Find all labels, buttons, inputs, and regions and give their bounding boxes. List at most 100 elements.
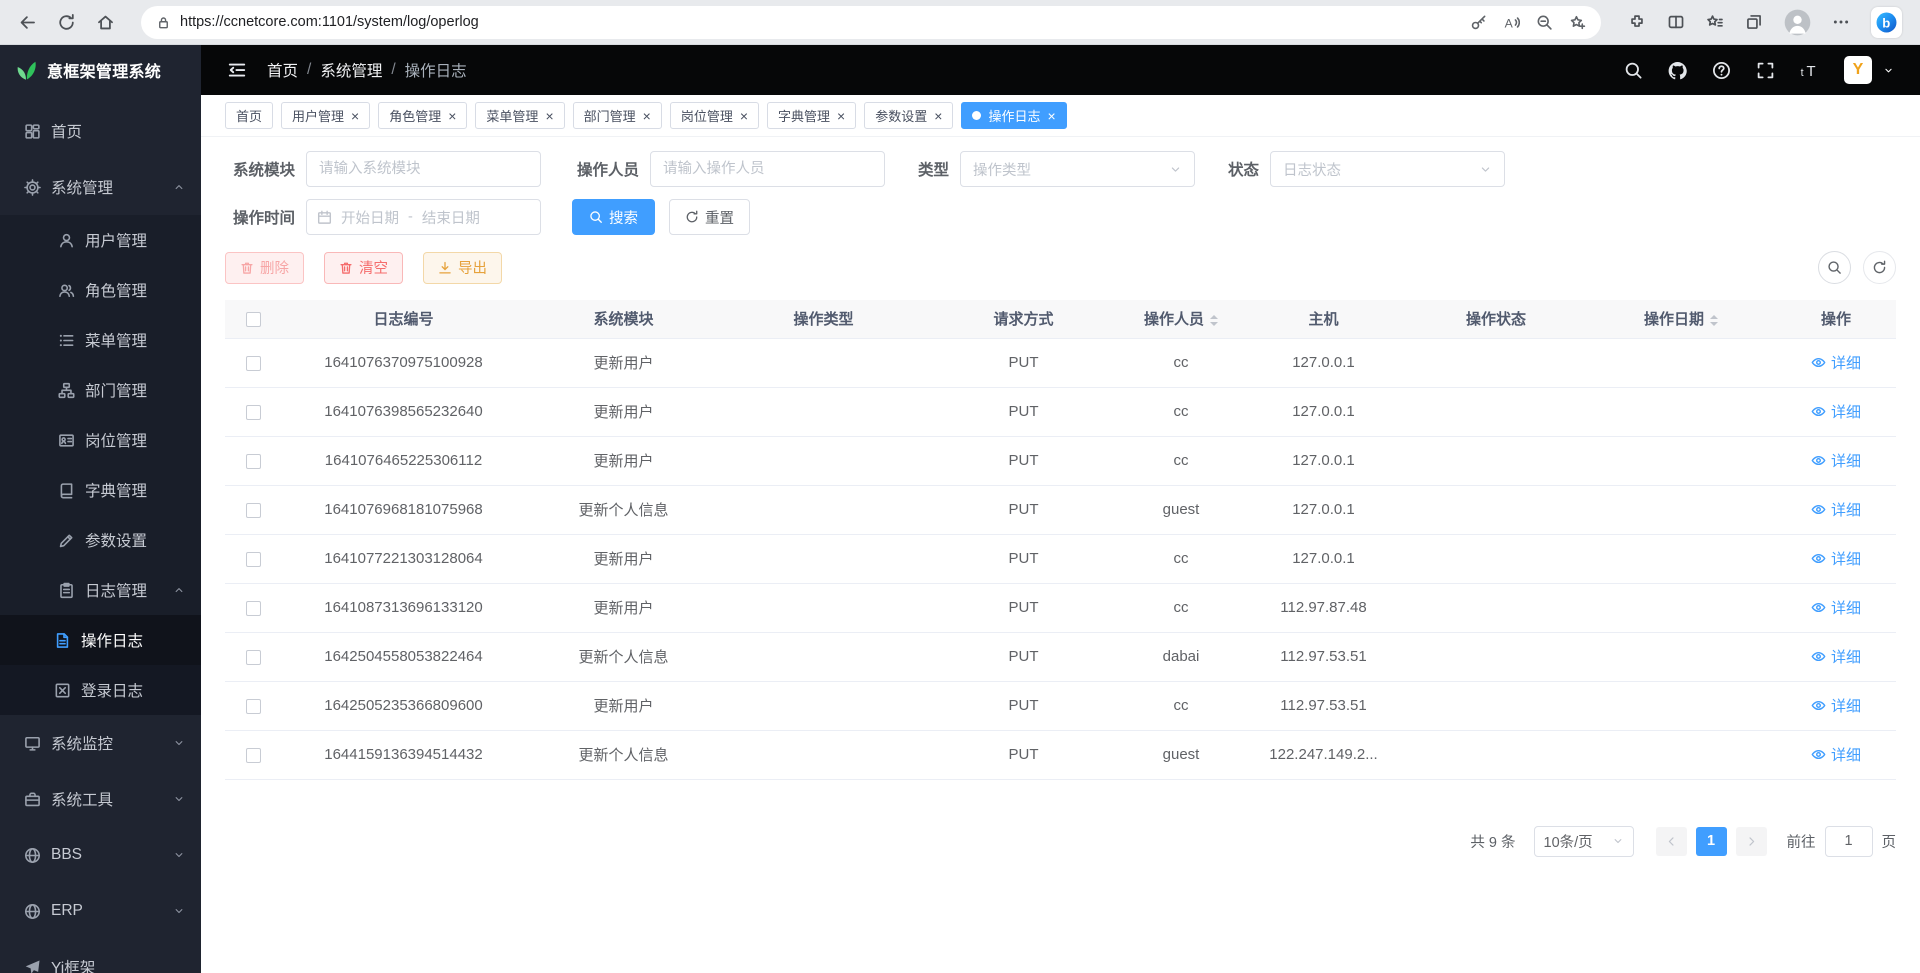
- delete-button[interactable]: 删除: [225, 252, 304, 284]
- sidebar-item-log-management[interactable]: 日志管理: [0, 565, 201, 615]
- status-select[interactable]: 日志状态: [1270, 151, 1505, 187]
- select-all-checkbox[interactable]: [246, 312, 261, 327]
- sidebar-item-dept-management[interactable]: 部门管理: [0, 365, 201, 415]
- row-checkbox[interactable]: [246, 356, 261, 371]
- refresh-button[interactable]: [1863, 251, 1896, 284]
- close-icon[interactable]: ×: [448, 109, 456, 123]
- extensions-icon[interactable]: [1628, 13, 1646, 31]
- search-button[interactable]: 搜索: [572, 199, 655, 235]
- tab-operation-log[interactable]: 操作日志×: [961, 102, 1066, 129]
- close-icon[interactable]: ×: [934, 109, 942, 123]
- row-checkbox[interactable]: [246, 650, 261, 665]
- sidebar-item-user-management[interactable]: 用户管理: [0, 215, 201, 265]
- detail-link[interactable]: 详细: [1811, 450, 1861, 471]
- question-icon[interactable]: [1712, 61, 1731, 80]
- row-checkbox[interactable]: [246, 405, 261, 420]
- sort-icon[interactable]: [1210, 315, 1218, 326]
- tab-dict-management[interactable]: 字典管理×: [767, 102, 856, 129]
- next-page-button[interactable]: [1736, 827, 1767, 856]
- detail-link[interactable]: 详细: [1811, 499, 1861, 520]
- page-size-select[interactable]: 10条/页: [1534, 826, 1634, 857]
- detail-link[interactable]: 详细: [1811, 597, 1861, 618]
- sidebar-item-login-log[interactable]: 登录日志: [0, 665, 201, 715]
- home-icon[interactable]: [96, 13, 115, 32]
- sort-icon[interactable]: [1710, 315, 1718, 326]
- sidebar-item-post-management[interactable]: 岗位管理: [0, 415, 201, 465]
- key-icon[interactable]: [1470, 14, 1487, 31]
- sidebar-item-operation-log[interactable]: 操作日志: [0, 615, 201, 665]
- reload-icon[interactable]: [57, 13, 76, 32]
- tab-param-settings[interactable]: 参数设置×: [864, 102, 953, 129]
- detail-link[interactable]: 详细: [1811, 401, 1861, 422]
- operator-input[interactable]: [650, 151, 885, 187]
- close-icon[interactable]: ×: [740, 109, 748, 123]
- tab-role-management[interactable]: 角色管理×: [378, 102, 467, 129]
- module-input[interactable]: [306, 151, 541, 187]
- sidebar-item-bbs[interactable]: BBS: [0, 827, 201, 883]
- page-number-button[interactable]: 1: [1696, 827, 1727, 856]
- detail-link[interactable]: 详细: [1811, 352, 1861, 373]
- back-icon[interactable]: [18, 13, 37, 32]
- reset-button[interactable]: 重置: [669, 199, 750, 235]
- sidebar-item-dict-management[interactable]: 字典管理: [0, 465, 201, 515]
- breadcrumb-item[interactable]: 首页: [267, 59, 298, 81]
- sidebar-item-home[interactable]: 首页: [0, 103, 201, 159]
- search-icon[interactable]: [1624, 61, 1643, 80]
- bing-icon[interactable]: b: [1871, 7, 1902, 38]
- date-range-picker[interactable]: 开始日期 - 结束日期: [306, 199, 541, 235]
- row-checkbox[interactable]: [246, 552, 261, 567]
- tab-user-management[interactable]: 用户管理×: [281, 102, 370, 129]
- app-logo[interactable]: 意框架管理系统: [0, 45, 201, 95]
- sidebar-item-system-tools[interactable]: 系统工具: [0, 771, 201, 827]
- detail-link[interactable]: 详细: [1811, 695, 1861, 716]
- sidebar-item-param-settings[interactable]: 参数设置: [0, 515, 201, 565]
- favorites-bar-icon[interactable]: [1706, 13, 1724, 31]
- sidebar-item-yi-framework[interactable]: Yi框架: [0, 939, 201, 973]
- collections-icon[interactable]: [1745, 13, 1763, 31]
- sidebar-item-role-management[interactable]: 角色管理: [0, 265, 201, 315]
- read-aloud-icon[interactable]: A: [1503, 14, 1520, 31]
- favorite-add-icon[interactable]: [1569, 14, 1586, 31]
- row-checkbox[interactable]: [246, 454, 261, 469]
- search-toggle-button[interactable]: [1818, 251, 1851, 284]
- close-icon[interactable]: ×: [643, 109, 651, 123]
- row-checkbox[interactable]: [246, 503, 261, 518]
- sidebar-item-menu-management[interactable]: 菜单管理: [0, 315, 201, 365]
- prev-page-button[interactable]: [1656, 827, 1687, 856]
- export-button[interactable]: 导出: [423, 252, 502, 284]
- clear-button[interactable]: 清空: [324, 252, 403, 284]
- split-screen-icon[interactable]: [1667, 13, 1685, 31]
- column-header[interactable]: 操作人员: [1121, 300, 1241, 338]
- more-icon[interactable]: [1832, 13, 1850, 31]
- yi-logo[interactable]: Y: [1844, 56, 1872, 84]
- close-icon[interactable]: ×: [351, 109, 359, 123]
- zoom-out-icon[interactable]: [1536, 14, 1553, 31]
- type-select[interactable]: 操作类型: [960, 151, 1195, 187]
- address-bar[interactable]: https://ccnetcore.com:1101/system/log/op…: [141, 6, 1601, 39]
- row-checkbox[interactable]: [246, 699, 261, 714]
- sidebar-item-system-monitor[interactable]: 系统监控: [0, 715, 201, 771]
- detail-link[interactable]: 详细: [1811, 646, 1861, 667]
- tab-post-management[interactable]: 岗位管理×: [670, 102, 759, 129]
- tab-menu-management[interactable]: 菜单管理×: [475, 102, 564, 129]
- sidebar-item-system-management[interactable]: 系统管理: [0, 159, 201, 215]
- collapse-sidebar-icon[interactable]: [227, 60, 247, 80]
- goto-page-input[interactable]: [1825, 826, 1873, 857]
- row-checkbox[interactable]: [246, 748, 261, 763]
- lock-icon[interactable]: [156, 15, 171, 30]
- close-icon[interactable]: ×: [1047, 109, 1055, 123]
- tab-home[interactable]: 首页: [225, 102, 273, 129]
- breadcrumb-item[interactable]: 系统管理: [320, 59, 382, 81]
- row-checkbox[interactable]: [246, 601, 261, 616]
- caret-down-icon[interactable]: [1883, 65, 1894, 76]
- github-icon[interactable]: [1668, 61, 1687, 80]
- tab-dept-management[interactable]: 部门管理×: [573, 102, 662, 129]
- column-header[interactable]: 操作日期: [1586, 300, 1776, 338]
- close-icon[interactable]: ×: [545, 109, 553, 123]
- close-icon[interactable]: ×: [837, 109, 845, 123]
- sidebar-item-erp[interactable]: ERP: [0, 883, 201, 939]
- profile-icon[interactable]: [1784, 9, 1811, 36]
- detail-link[interactable]: 详细: [1811, 744, 1861, 765]
- font-size-icon[interactable]: tT: [1800, 61, 1819, 80]
- detail-link[interactable]: 详细: [1811, 548, 1861, 569]
